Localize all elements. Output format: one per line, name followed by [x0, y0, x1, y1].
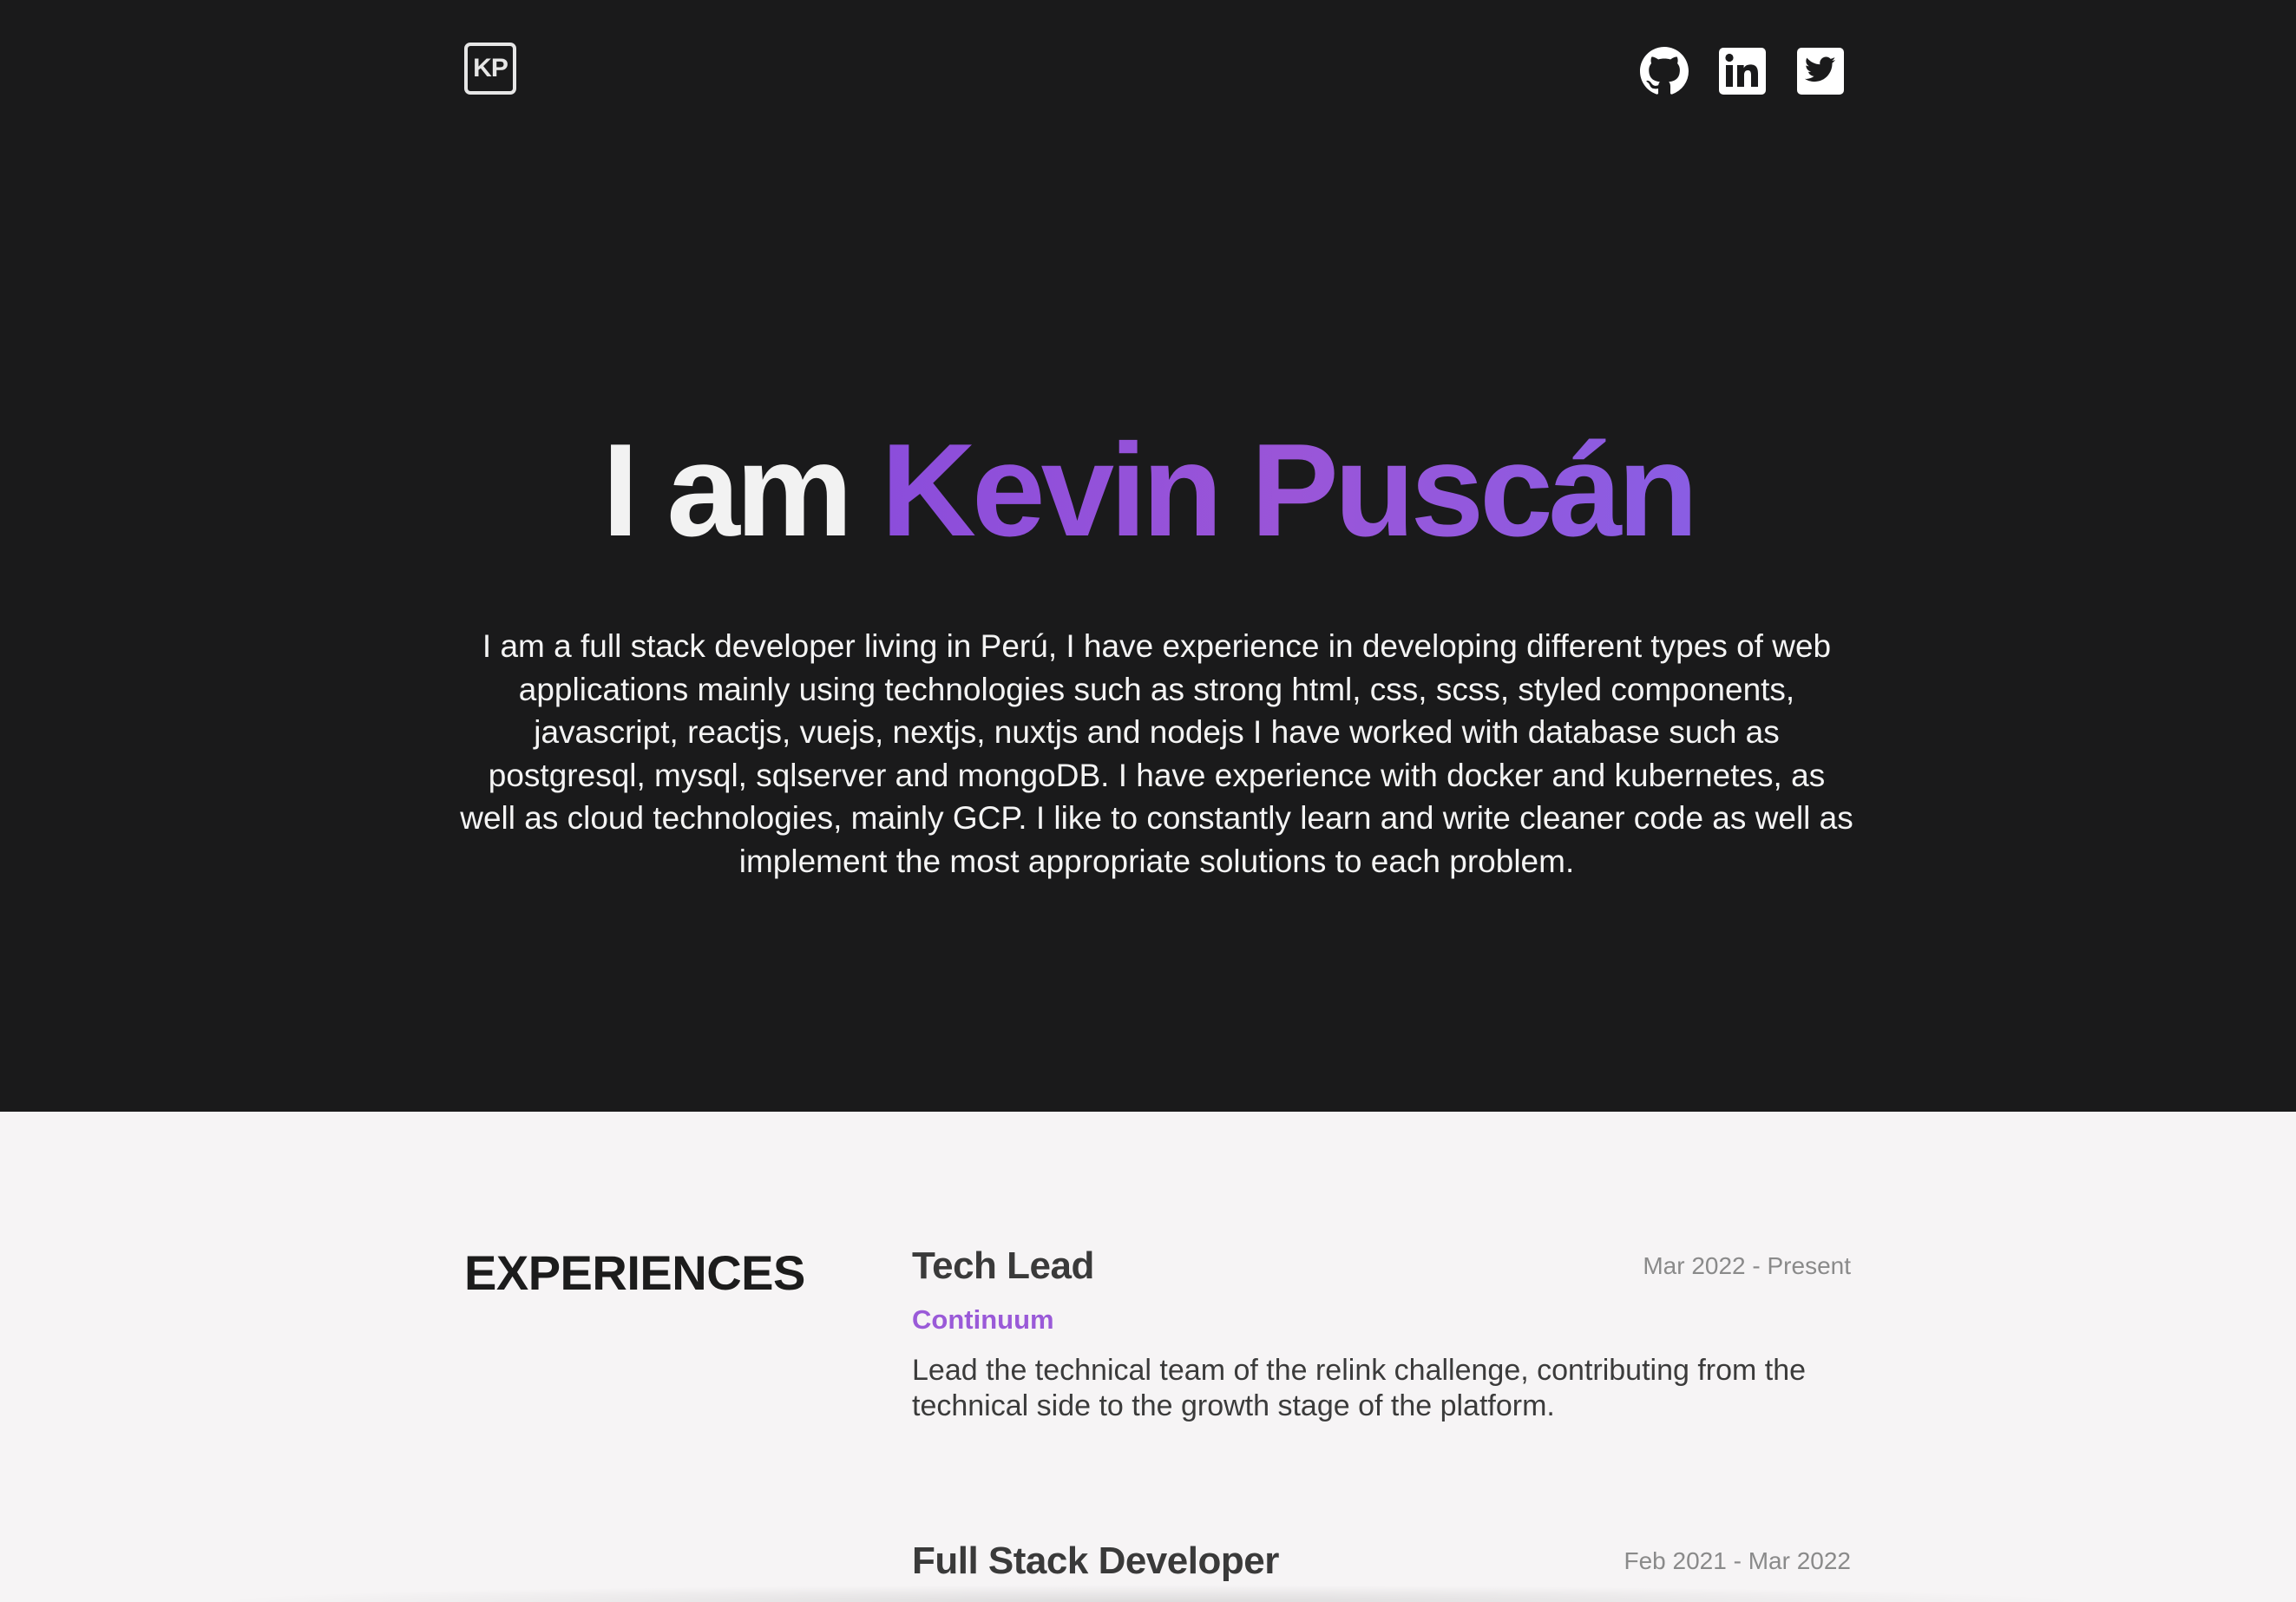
hero-title-name: Kevin Puscán	[881, 417, 1698, 564]
hero-section: KP I am Kevin Puscán I am a full stack d…	[0, 0, 2296, 1112]
twitter-icon	[1797, 48, 1844, 95]
job-company: Continuum	[912, 1304, 1054, 1335]
experience-item: Full Stack Developer Feb 2021 - Mar 2022	[912, 1537, 1851, 1586]
job-date: Mar 2022 - Present	[1643, 1252, 1851, 1279]
job-date: Feb 2021 - Mar 2022	[1624, 1547, 1852, 1574]
experience-item: Tech Lead Mar 2022 - Present Continuum L…	[912, 1242, 1851, 1424]
hero-title: I am Kevin Puscán	[0, 408, 2296, 573]
linkedin-link[interactable]	[1718, 47, 1767, 95]
social-links	[1640, 47, 1845, 95]
hero-bio: I am a full stack developer living in Pe…	[460, 628, 1853, 879]
linkedin-icon	[1719, 48, 1766, 95]
experiences-section: EXPERIENCES Tech Lead Mar 2022 - Present…	[0, 1112, 2296, 1602]
github-link[interactable]	[1640, 47, 1689, 95]
job-description: Lead the technical team of the relink ch…	[912, 1354, 1807, 1422]
card-shadow	[200, 1585, 2096, 1602]
twitter-link[interactable]	[1796, 47, 1845, 95]
logo[interactable]: KP	[464, 43, 516, 95]
section-title: EXPERIENCES	[464, 1245, 805, 1300]
github-icon	[1640, 47, 1689, 95]
hero-title-lead: I am	[601, 417, 882, 564]
